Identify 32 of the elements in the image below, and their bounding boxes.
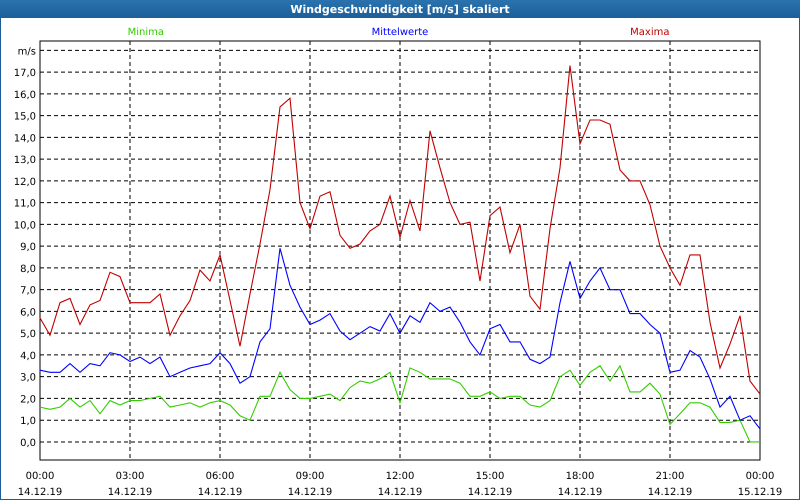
legend-label: Minima [128,27,164,38]
window-title: Windgeschwindigkeit [m/s] skaliert [290,2,510,16]
y-tick-label: 9,0 [20,242,36,254]
y-tick-label: 2,0 [20,394,36,406]
y-tick-label: m/s [18,46,36,58]
x-tick-label: 03:00 14.12.19 [108,471,152,498]
x-tick-label: 06:00 14.12.19 [198,471,242,498]
y-tick-label: 3,0 [20,372,36,384]
y-tick-label: 6,0 [20,307,36,318]
y-tick-label: 15,0 [14,112,36,123]
x-tick-label: 15:00 14.12.19 [468,471,512,498]
y-tick-label: 4,0 [20,350,36,362]
y-tick-label: 16,0 [14,90,36,101]
x-tick-label: 09:00 14.12.19 [288,471,332,498]
y-tick-label: 11,0 [14,198,36,210]
y-tick-label: 13,0 [14,155,36,166]
x-tick-label: 12:00 14.12.19 [378,471,422,498]
y-tick-label: 12,0 [14,176,36,188]
y-tick-label: 1,0 [20,416,36,428]
y-tick-label: 5,0 [20,329,36,340]
y-tick-label: 14,0 [14,133,36,144]
legend-label: Mittelwerte [372,27,428,38]
x-tick-label: 00:00 14.12.19 [18,471,62,498]
x-tick-label: 00:00 15.12.19 [738,471,782,498]
legend-label: Maxima [630,27,670,38]
y-tick-label: 7,0 [20,286,36,297]
y-tick-label: 10,0 [14,220,36,232]
y-tick-label: 0,0 [20,438,36,449]
x-tick-label: 18:00 14.12.19 [558,471,602,498]
x-tick-label: 21:00 14.12.19 [648,471,692,498]
y-tick-label: 8,0 [20,264,36,275]
y-tick-label: 17,0 [14,68,36,80]
